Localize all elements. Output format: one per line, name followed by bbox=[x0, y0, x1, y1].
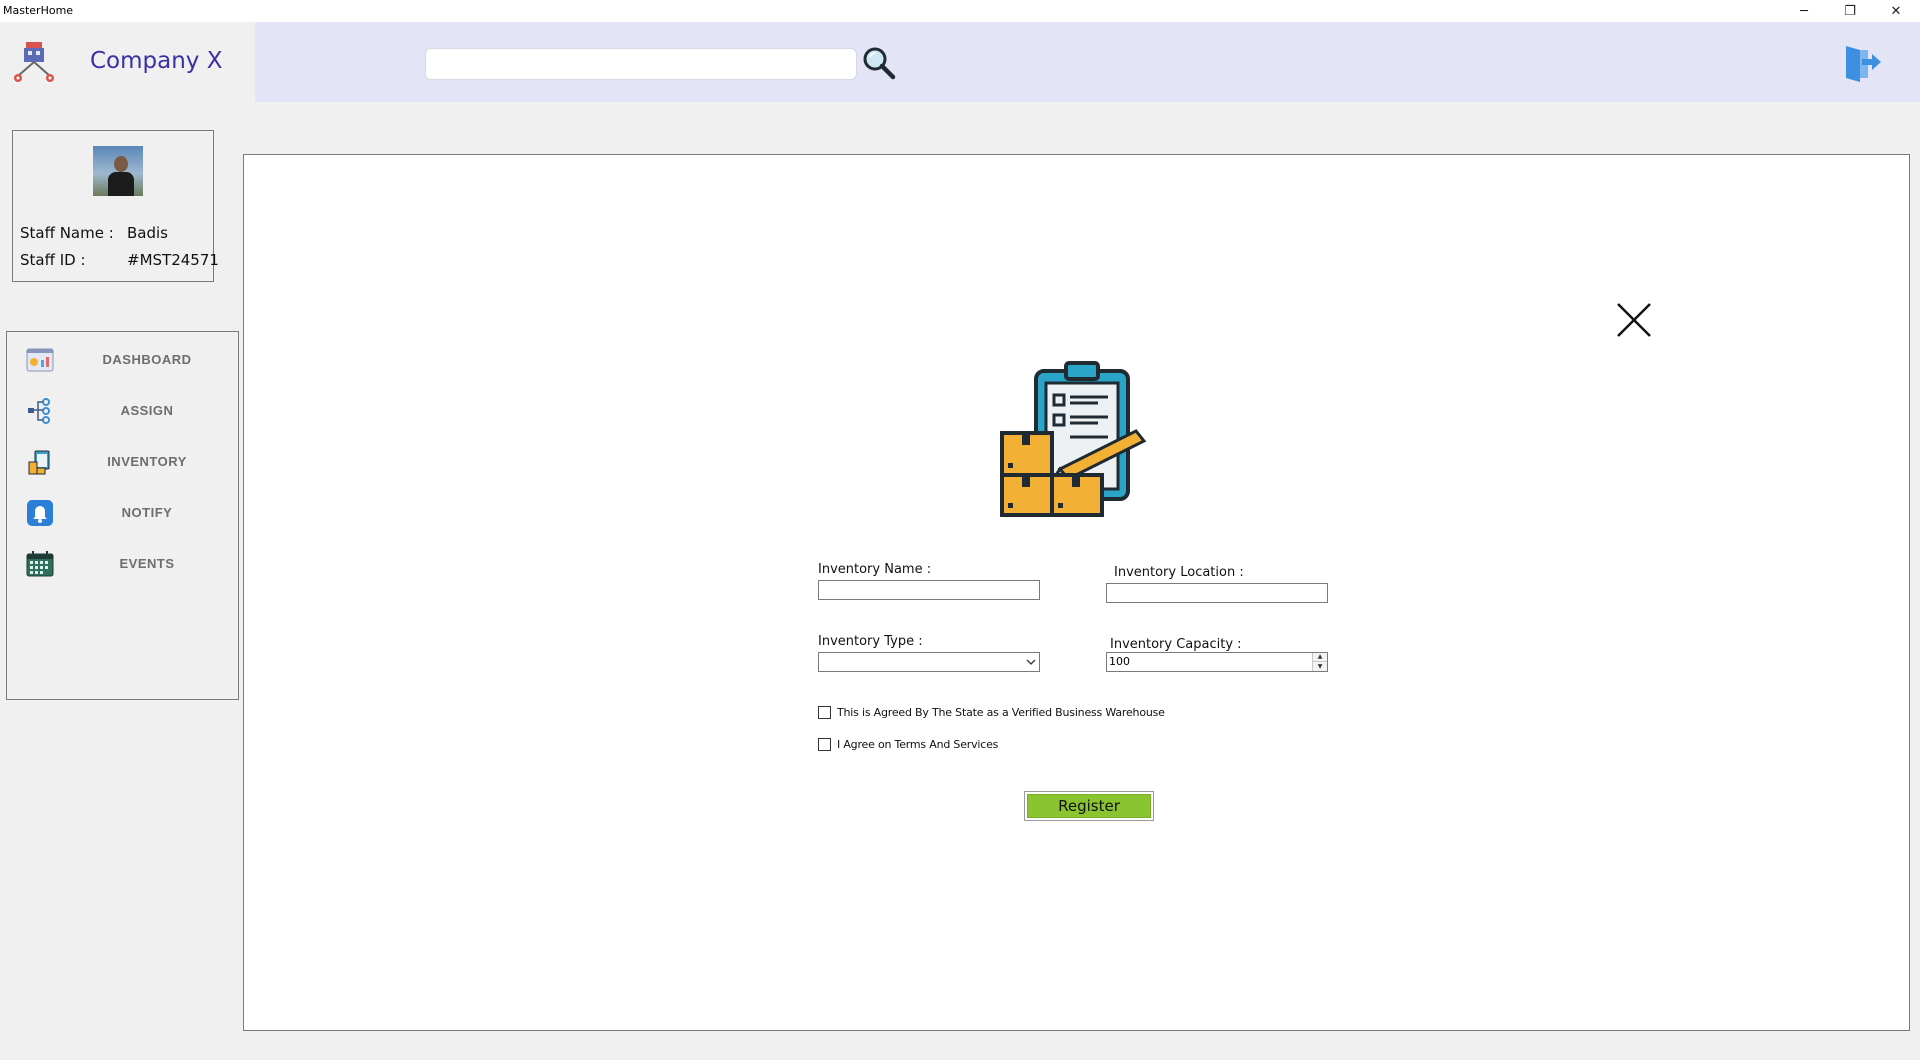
chevron-down-icon bbox=[1026, 659, 1036, 665]
staff-id-value: #MST24571 bbox=[127, 251, 219, 269]
spin-down-button[interactable]: ▼ bbox=[1313, 662, 1327, 671]
restore-button[interactable]: ❐ bbox=[1827, 0, 1873, 22]
sidebar-item-label: DASHBOARD bbox=[102, 352, 192, 367]
close-icon[interactable] bbox=[1614, 300, 1654, 340]
search-icon[interactable] bbox=[862, 46, 896, 80]
register-button[interactable]: Register bbox=[1024, 791, 1154, 821]
staff-name-value: Badis bbox=[127, 224, 168, 242]
close-window-icon: ✕ bbox=[1890, 3, 1902, 19]
inventory-name-label: Inventory Name : bbox=[818, 562, 932, 577]
inventory-icon bbox=[28, 450, 50, 475]
inventory-capacity-stepper[interactable]: 100 ▲ ▼ bbox=[1106, 652, 1328, 672]
register-button-label: Register bbox=[1027, 794, 1151, 818]
inventory-capacity-label: Inventory Capacity : bbox=[1110, 637, 1242, 652]
inventory-location-label: Inventory Location : bbox=[1114, 565, 1244, 580]
sidebar-item-dashboard[interactable]: DASHBOARD bbox=[7, 338, 238, 382]
company-name: Company X bbox=[90, 48, 223, 74]
search-input[interactable] bbox=[425, 48, 857, 80]
restore-icon: ❐ bbox=[1844, 3, 1856, 19]
verified-warehouse-row: This is Agreed By The State as a Verifie… bbox=[818, 706, 1165, 719]
verified-warehouse-checkbox[interactable] bbox=[818, 706, 831, 719]
minimize-icon: ─ bbox=[1800, 3, 1808, 19]
staff-id-label: Staff ID : bbox=[20, 251, 86, 269]
terms-checkbox[interactable] bbox=[818, 738, 831, 751]
inventory-location-field[interactable] bbox=[1106, 583, 1328, 603]
dashboard-icon bbox=[26, 348, 54, 372]
sidebar-item-label: ASSIGN bbox=[120, 403, 174, 418]
assign-icon bbox=[28, 398, 50, 424]
inventory-type-label: Inventory Type : bbox=[818, 634, 923, 649]
inventory-type-select[interactable] bbox=[818, 652, 1040, 672]
avatar bbox=[93, 146, 143, 196]
top-bar bbox=[255, 22, 1920, 102]
staff-info-panel: Staff Name : Badis Staff ID : #MST24571 bbox=[12, 130, 219, 282]
sidebar-nav: DASHBOARD ASSIGN INVENTORY NOTIFY EVENTS bbox=[6, 331, 239, 700]
sidebar-item-assign[interactable]: ASSIGN bbox=[7, 389, 238, 433]
sidebar-item-notify[interactable]: NOTIFY bbox=[7, 491, 238, 535]
sidebar-item-label: EVENTS bbox=[119, 556, 175, 571]
window-title: MasterHome bbox=[3, 4, 74, 17]
window-titlebar: MasterHome ─ ❐ ✕ bbox=[0, 0, 1920, 22]
sidebar-item-label: INVENTORY bbox=[107, 454, 187, 469]
capacity-spin-buttons: ▲ ▼ bbox=[1312, 653, 1327, 671]
sidebar-item-label: NOTIFY bbox=[121, 505, 173, 520]
sidebar-item-events[interactable]: EVENTS bbox=[7, 542, 238, 586]
close-window-button[interactable]: ✕ bbox=[1873, 0, 1919, 22]
delivery-network-icon bbox=[14, 42, 54, 82]
bell-icon bbox=[27, 500, 53, 526]
verified-warehouse-label: This is Agreed By The State as a Verifie… bbox=[837, 706, 1165, 719]
inventory-register-panel: Inventory Name : Inventory Location : In… bbox=[243, 154, 1910, 1031]
calendar-icon bbox=[26, 551, 54, 577]
terms-label: I Agree on Terms And Services bbox=[837, 738, 999, 751]
logout-door-icon[interactable] bbox=[1842, 42, 1882, 84]
inventory-capacity-value: 100 bbox=[1109, 655, 1130, 668]
inventory-clipboard-boxes-icon bbox=[1000, 361, 1147, 517]
staff-name-label: Staff Name : bbox=[20, 224, 114, 242]
inventory-name-field[interactable] bbox=[818, 580, 1040, 600]
minimize-button[interactable]: ─ bbox=[1781, 0, 1827, 22]
sidebar-item-inventory[interactable]: INVENTORY bbox=[7, 440, 238, 484]
terms-row: I Agree on Terms And Services bbox=[818, 738, 998, 751]
brand-area: Company X bbox=[0, 22, 255, 102]
